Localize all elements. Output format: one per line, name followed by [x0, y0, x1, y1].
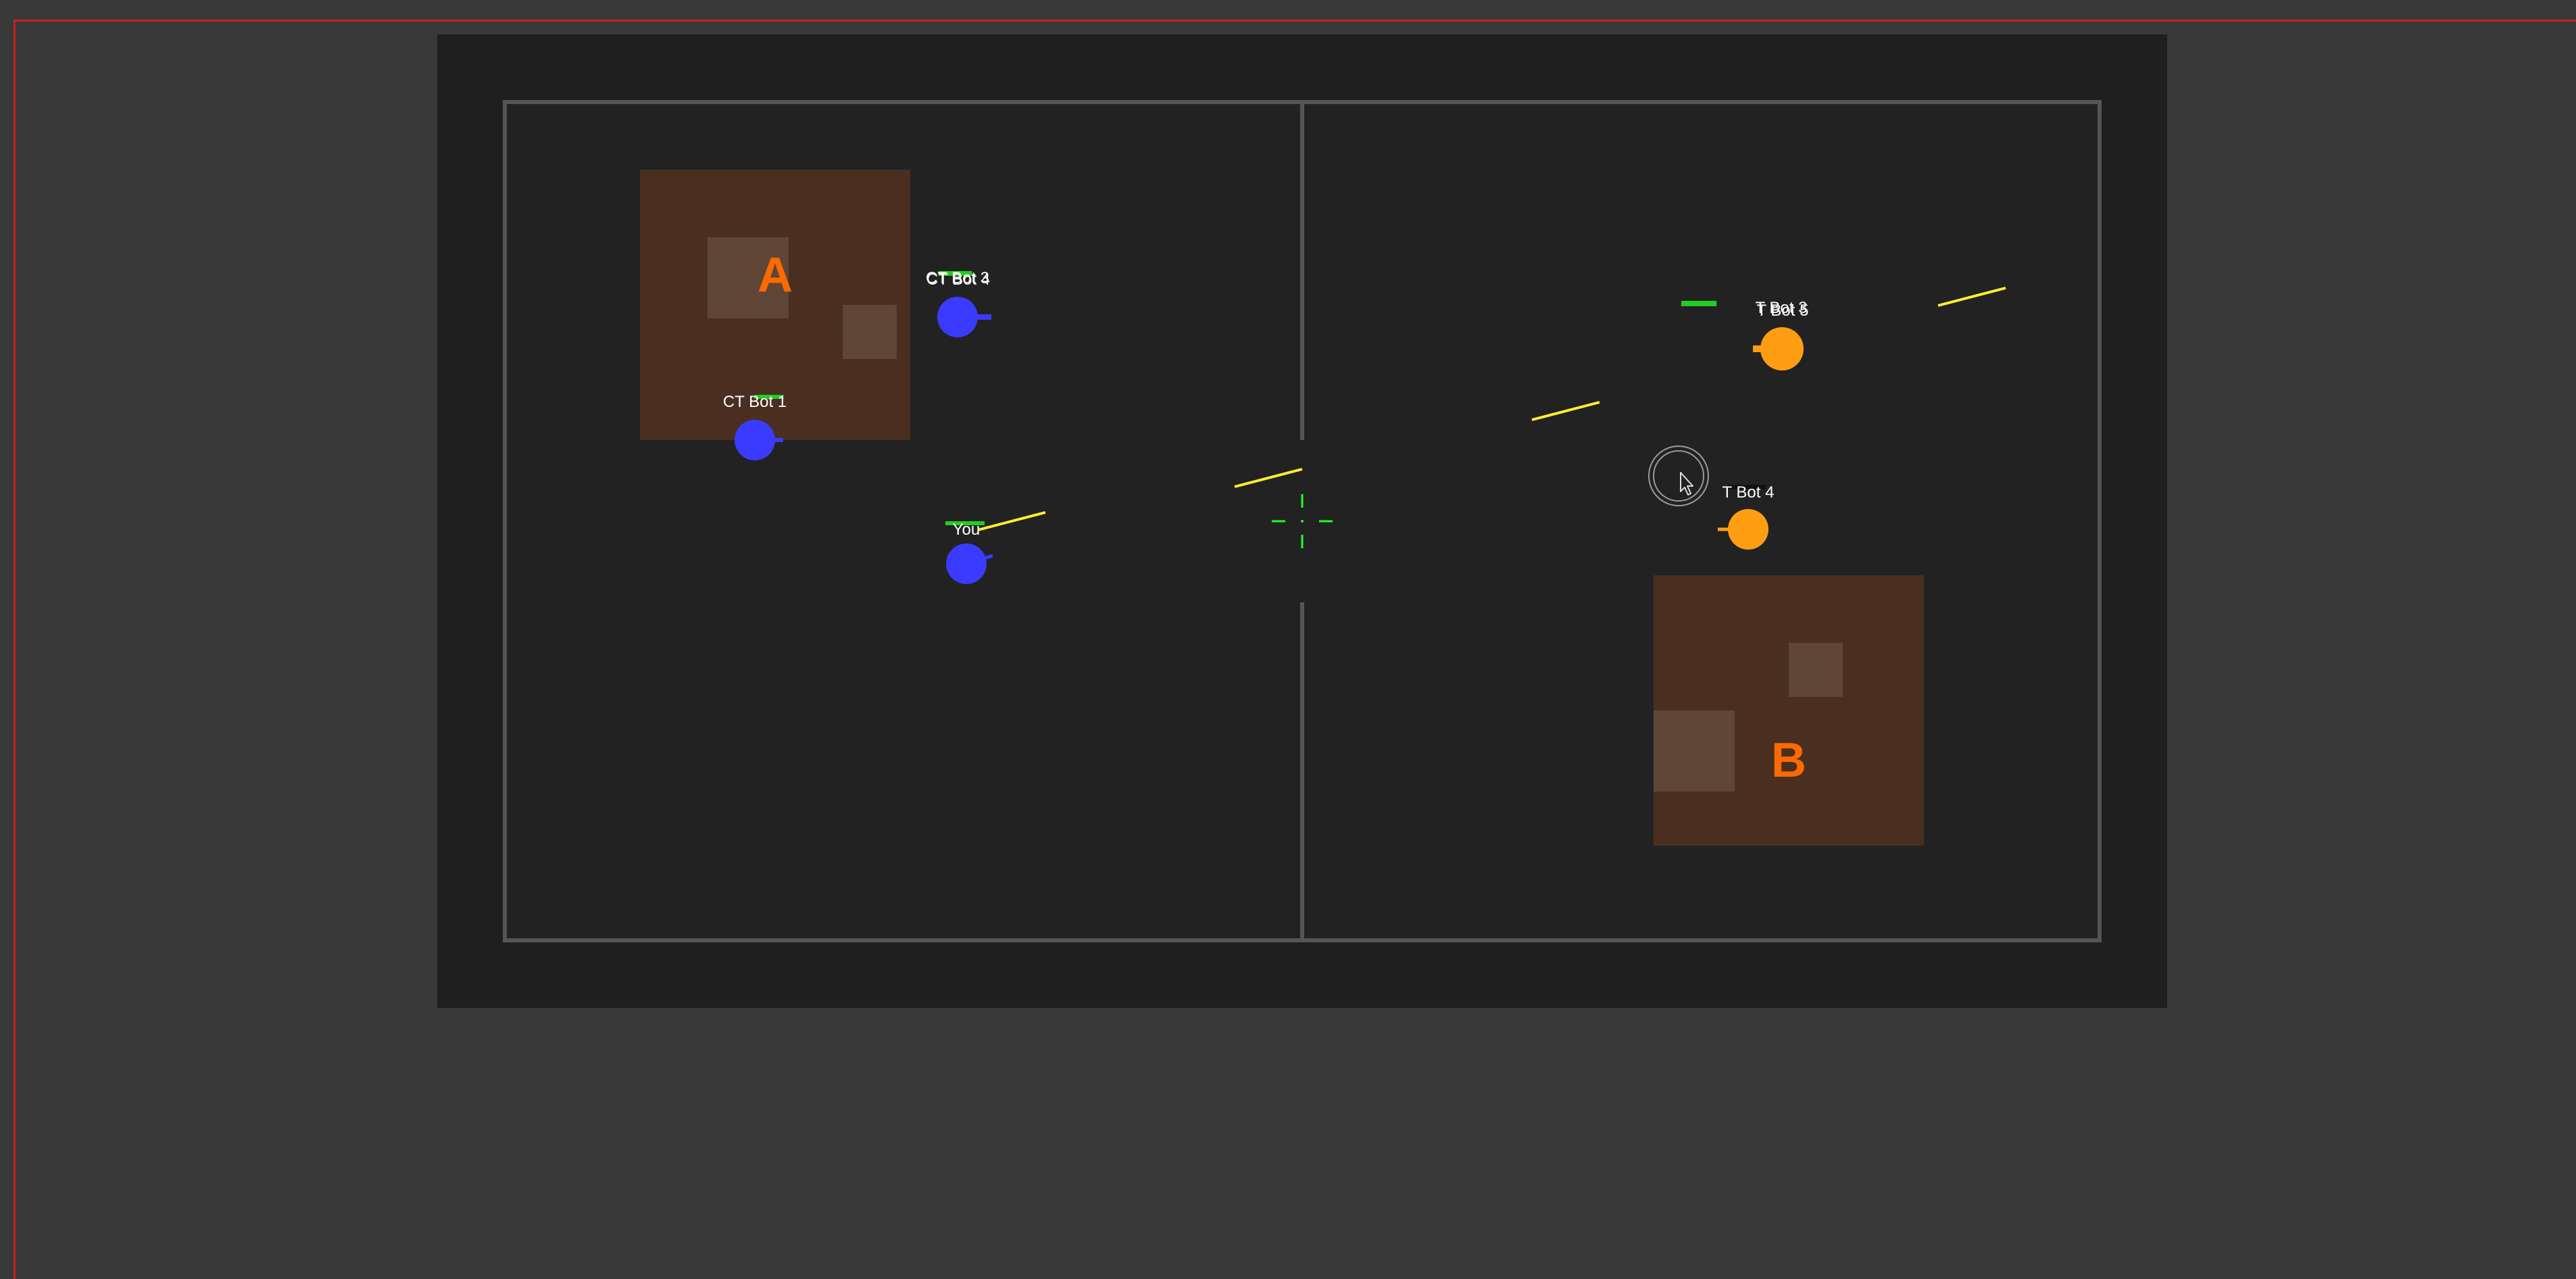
crate — [1654, 710, 1735, 792]
player-name: You — [953, 521, 981, 539]
player-name: CT Bot 4 — [926, 270, 990, 289]
site-label-b: B — [1771, 733, 1806, 788]
player-body — [1728, 509, 1768, 550]
player-body — [937, 297, 978, 337]
player-body — [946, 544, 987, 584]
player-body — [1760, 327, 1804, 370]
player-name: T Bot 5 — [1757, 301, 1809, 320]
game-canvas[interactable]: A B CT Bot 1 CT Bot 3 CT Bot 4 You T Bot… — [437, 34, 2167, 1008]
crate — [843, 305, 897, 359]
site-label-a: A — [758, 248, 793, 302]
player-body — [735, 420, 775, 460]
health-bar — [1681, 301, 1717, 306]
player-name: T Bot 4 — [1723, 483, 1775, 502]
crate — [1789, 643, 1843, 697]
bomb-site-b: B — [1654, 575, 1924, 846]
player-name: CT Bot 1 — [723, 393, 787, 411]
